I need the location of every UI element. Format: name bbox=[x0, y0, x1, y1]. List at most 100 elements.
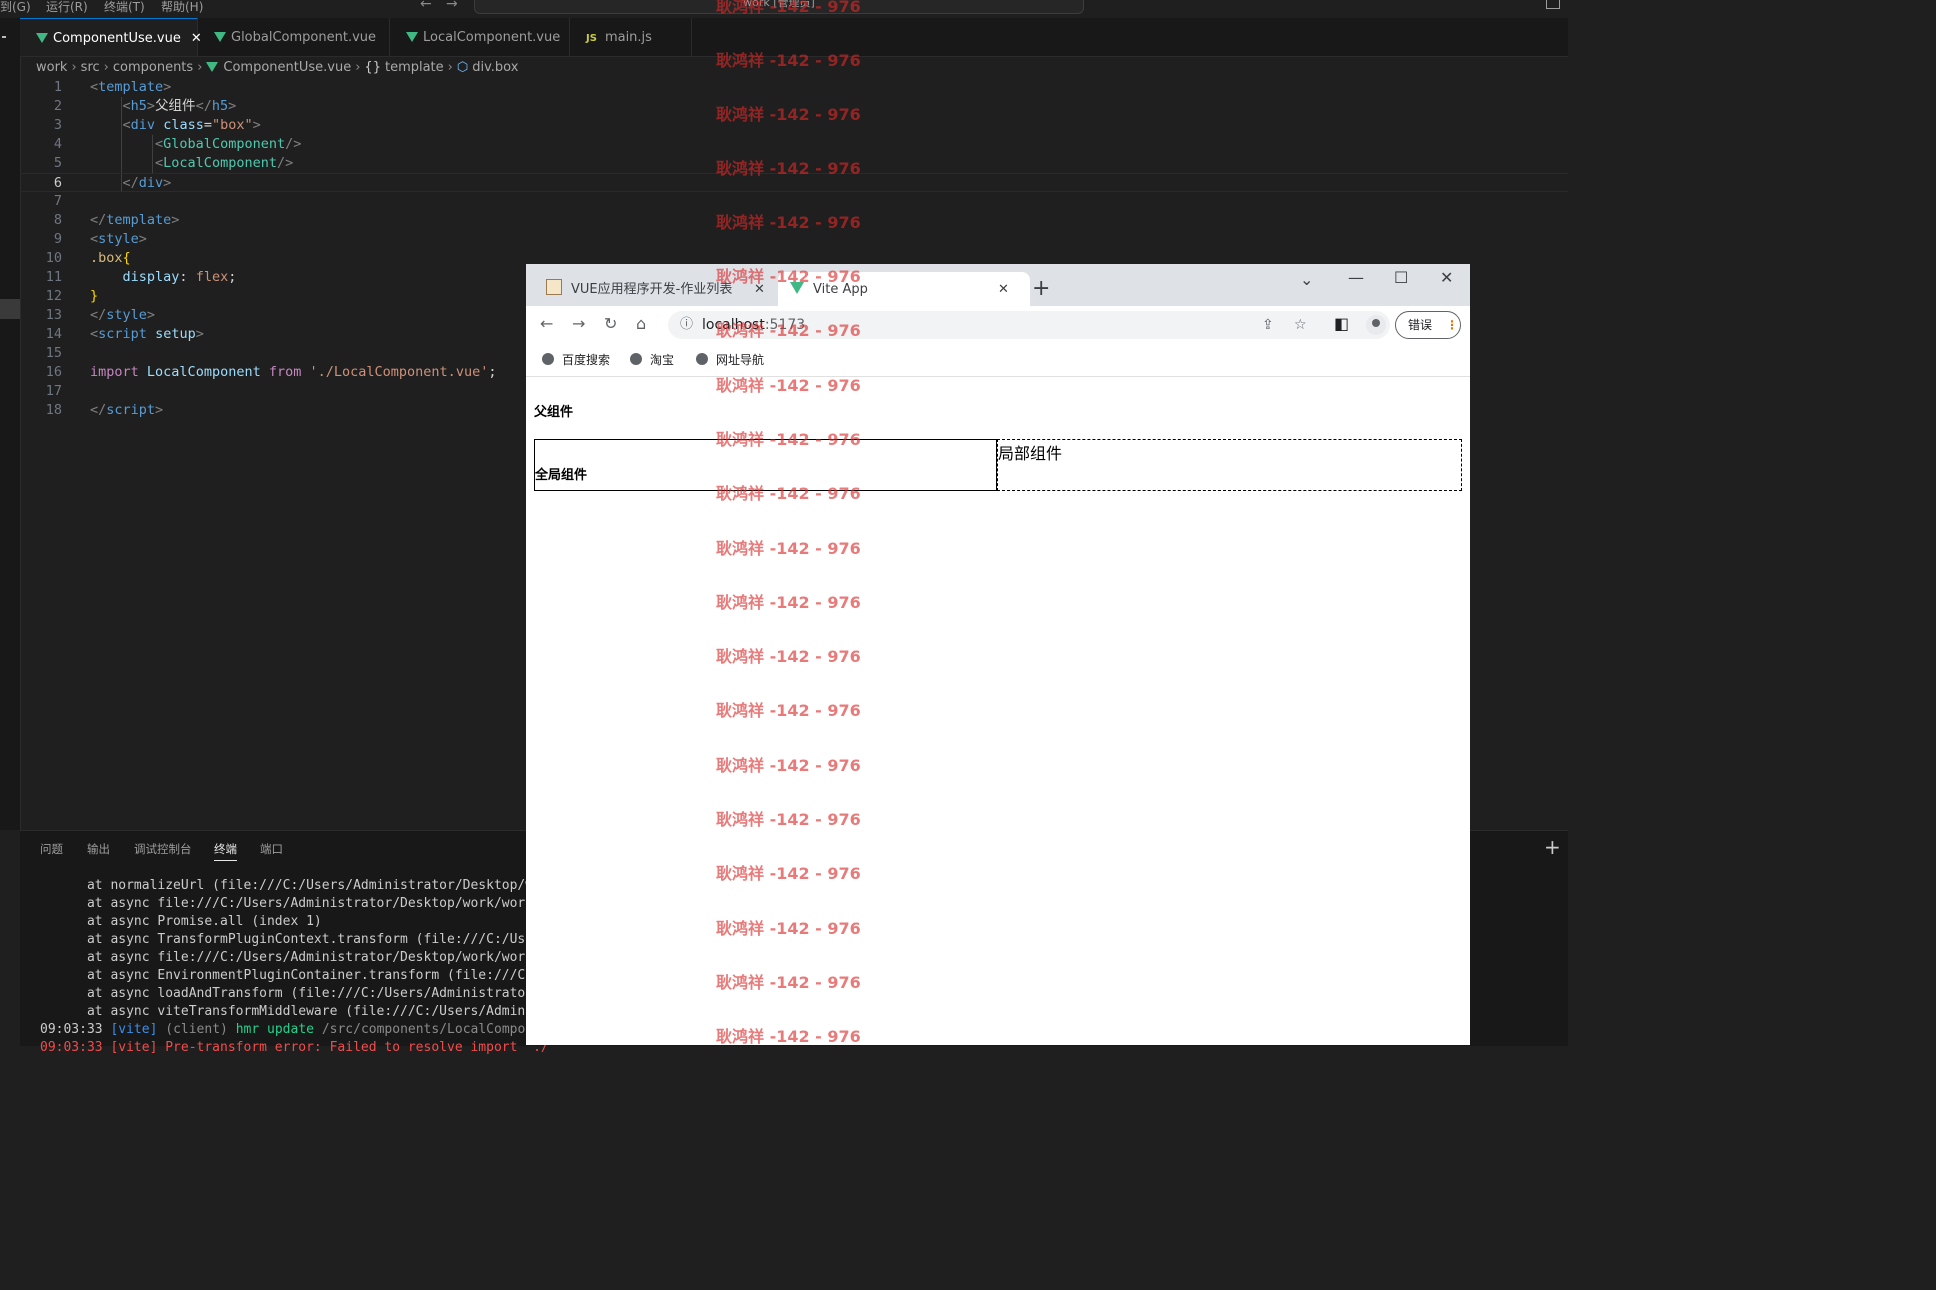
code-token: "box" bbox=[211, 117, 253, 133]
layout-toggle-icon[interactable] bbox=[1546, 0, 1560, 9]
line-number: 8 bbox=[53, 212, 62, 228]
address-bar[interactable]: ⓘ localhost:5173 ⇪ ☆ bbox=[668, 311, 1390, 339]
code-token: div bbox=[130, 117, 156, 133]
hmr-action: hmr update bbox=[235, 1022, 314, 1037]
bookmark-label: 淘宝 bbox=[650, 353, 675, 367]
line-number: 17 bbox=[45, 383, 62, 399]
bookmark-item[interactable]: 淘宝 bbox=[630, 351, 674, 368]
breadcrumb-item[interactable]: div.box bbox=[472, 60, 518, 75]
terminal-error-line: 09:03:33 [vite] Pre-transform error: Fai… bbox=[40, 1040, 549, 1055]
activity-item-selected[interactable] bbox=[0, 299, 20, 319]
menu-goto[interactable]: 到(G) bbox=[0, 0, 31, 15]
breadcrumb-item[interactable]: ComponentUse.vue bbox=[223, 60, 351, 75]
tab-componentuse[interactable]: ComponentUse.vue ✕ bbox=[20, 18, 202, 56]
local-component: 局部组件 bbox=[997, 439, 1462, 491]
bookmark-item[interactable]: 网址导航 bbox=[696, 351, 764, 368]
window-close-icon[interactable]: ✕ bbox=[1440, 268, 1453, 287]
tab-ports[interactable]: 端口 bbox=[260, 841, 283, 857]
share-icon[interactable]: ⇪ bbox=[1262, 311, 1274, 339]
browser-tab-title: VUE应用程序开发-作业列表 bbox=[571, 282, 733, 297]
chevron-right-icon: › bbox=[103, 60, 109, 75]
menu-help[interactable]: 帮助(H) bbox=[161, 0, 203, 15]
new-tab-button[interactable]: + bbox=[1032, 276, 1050, 301]
code-token: script bbox=[98, 326, 147, 342]
code-token: style bbox=[106, 307, 147, 323]
vue-icon bbox=[206, 62, 219, 72]
sidepanel-icon[interactable]: ◧ bbox=[1334, 314, 1349, 333]
tab-globalcomponent[interactable]: GlobalComponent.vue bbox=[198, 18, 390, 56]
code-token: style bbox=[98, 231, 139, 247]
line-number: 10 bbox=[45, 250, 62, 266]
menu-terminal[interactable]: 终端(T) bbox=[104, 0, 145, 15]
reload-icon[interactable]: ↻ bbox=[604, 314, 617, 333]
tab-problems[interactable]: 问题 bbox=[40, 841, 63, 857]
tab-output[interactable]: 输出 bbox=[87, 841, 110, 857]
code-token: from bbox=[268, 364, 302, 380]
line-number: 3 bbox=[53, 117, 62, 133]
tab-terminal[interactable]: 终端 bbox=[214, 841, 237, 861]
tab-localcomponent[interactable]: LocalComponent.vue bbox=[390, 18, 570, 56]
tab-label: GlobalComponent.vue bbox=[231, 30, 377, 45]
tab-label: ComponentUse.vue bbox=[53, 31, 181, 46]
breadcrumb: work › src › components › ComponentUse.vue ›{} t… bbox=[36, 58, 518, 78]
minimize-icon[interactable]: — bbox=[1348, 268, 1364, 287]
error-label: 错误 bbox=[1408, 318, 1433, 332]
code-token: './LocalComponent.vue' bbox=[309, 364, 489, 380]
tab-debug-console[interactable]: 调试控制台 bbox=[134, 841, 192, 857]
chevron-right-icon: › bbox=[197, 60, 203, 75]
tab-mainjs[interactable]: JS main.js bbox=[570, 18, 692, 56]
info-icon[interactable]: ⓘ bbox=[680, 311, 693, 339]
tab-search-chevron-icon[interactable]: ⌄ bbox=[1300, 270, 1313, 289]
global-component: 全局组件 bbox=[534, 439, 997, 491]
bookmarks-bar: 百度搜索 淘宝 网址导航 bbox=[526, 344, 1470, 377]
error-button[interactable]: 错误 ⋮ bbox=[1395, 311, 1461, 339]
kebab-menu-icon[interactable]: ⋮ bbox=[1446, 312, 1458, 338]
code-line: 9 <style> bbox=[20, 230, 1568, 249]
code-token: h5 bbox=[130, 98, 147, 114]
code-token: 父组件 bbox=[155, 98, 196, 114]
browser-tab-homework[interactable]: VUE应用程序开发-作业列表 ✕ bbox=[534, 272, 786, 306]
close-icon[interactable]: ✕ bbox=[998, 272, 1009, 308]
code-token: display bbox=[122, 269, 180, 285]
vue-icon bbox=[214, 32, 226, 42]
bookmark-item[interactable]: 百度搜索 bbox=[542, 351, 610, 368]
tab-label: LocalComponent.vue bbox=[423, 30, 561, 45]
vue-icon bbox=[406, 32, 418, 42]
profile-avatar-icon[interactable] bbox=[1366, 315, 1386, 335]
breadcrumb-item[interactable]: src bbox=[81, 60, 100, 75]
editor-tabs: ComponentUse.vue ✕ GlobalComponent.vue Lo… bbox=[20, 18, 1568, 57]
back-icon[interactable]: ← bbox=[540, 314, 553, 333]
bookmark-label: 百度搜索 bbox=[562, 353, 611, 367]
tab-label: main.js bbox=[604, 30, 652, 45]
breadcrumb-item[interactable]: work bbox=[36, 60, 67, 75]
hmr-time: 09:03:33 bbox=[40, 1022, 103, 1037]
home-icon[interactable]: ⌂ bbox=[636, 314, 646, 333]
breadcrumb-item[interactable]: template bbox=[385, 60, 444, 75]
vue-icon bbox=[36, 33, 48, 43]
code-token: script bbox=[106, 402, 156, 418]
code-line: 5 <LocalComponent/> bbox=[20, 154, 1568, 173]
page-heading: 父组件 bbox=[534, 404, 574, 419]
globe-icon bbox=[696, 353, 708, 365]
forward-arrow-icon[interactable]: → bbox=[446, 0, 458, 12]
code-token: LocalComponent bbox=[146, 364, 261, 380]
vscode-titlebar: 到(G) 运行(R) 终端(T) 帮助(H) ← → work [管理员] bbox=[0, 0, 1568, 18]
code-token: template bbox=[98, 79, 164, 95]
chevron-right-icon: › bbox=[71, 60, 77, 75]
globe-icon bbox=[630, 353, 642, 365]
menu-run[interactable]: 运行(R) bbox=[46, 0, 88, 15]
breadcrumb-item[interactable]: components bbox=[113, 60, 193, 75]
browser-tab-vite[interactable]: Vite App ✕ bbox=[778, 272, 1030, 306]
new-terminal-icon[interactable]: + bbox=[1544, 835, 1561, 859]
command-center[interactable]: work [管理员] bbox=[474, 0, 1084, 14]
vue-icon bbox=[790, 282, 804, 294]
cube-icon: ⬡ bbox=[456, 60, 469, 75]
line-number: 4 bbox=[53, 136, 62, 152]
star-icon[interactable]: ☆ bbox=[1294, 311, 1307, 339]
terminal-line: at async file:///C:/Users/Administrator/… bbox=[40, 896, 565, 911]
line-number: 15 bbox=[45, 345, 62, 361]
forward-icon[interactable]: → bbox=[572, 314, 585, 333]
maximize-icon[interactable]: ☐ bbox=[1394, 268, 1408, 287]
back-arrow-icon[interactable]: ← bbox=[420, 0, 432, 12]
close-icon[interactable]: ✕ bbox=[754, 272, 765, 308]
